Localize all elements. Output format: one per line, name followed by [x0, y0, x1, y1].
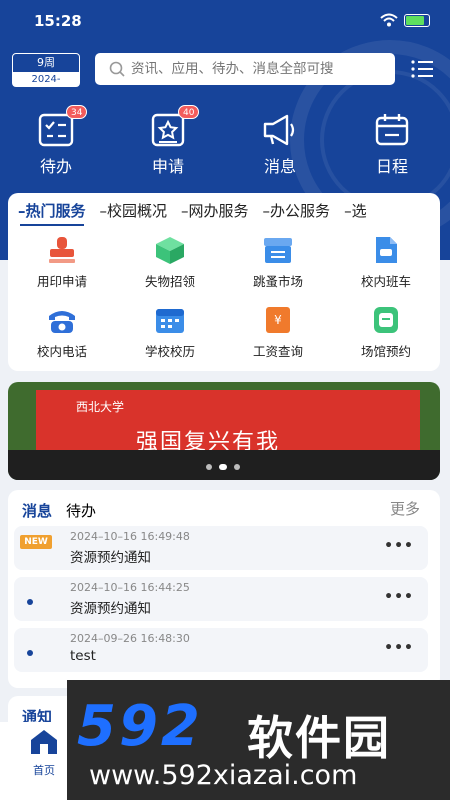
quick-actions: 34 待办 40 申请 消息 日程: [0, 105, 450, 178]
carousel-dot[interactable]: [206, 464, 212, 470]
calendar-icon: [156, 309, 184, 333]
new-badge: NEW: [20, 535, 52, 549]
carousel-dot-active[interactable]: [219, 464, 227, 470]
tab-hot-services[interactable]: –热门服务: [14, 193, 90, 229]
status-icons: [380, 13, 430, 27]
stamp-icon: [49, 237, 75, 263]
carousel-dots: [206, 464, 240, 470]
services-card: –热门服务 –校园概况 –网办服务 –办公服务 –选 用印申请 失物招领 跳蚤市…: [8, 193, 440, 371]
battery-icon: [404, 13, 430, 27]
more-options-icon[interactable]: •••: [384, 640, 414, 656]
message-item[interactable]: NEW 2024–10–16 16:49:48 资源预约通知 •••: [14, 526, 428, 570]
status-bar: 15:28: [0, 0, 450, 42]
service-seal-application[interactable]: 用印申请: [8, 231, 116, 301]
service-venue-booking[interactable]: 场馆预约: [332, 301, 440, 371]
quick-schedule[interactable]: 日程: [336, 108, 448, 178]
service-campus-phone[interactable]: 校内电话: [8, 301, 116, 371]
nav-home-label: 首页: [33, 764, 55, 777]
tab-online-services[interactable]: –网办服务: [177, 193, 253, 229]
banner-sign: 西北大学 强国复兴有我: [36, 390, 420, 455]
menu-icon[interactable]: [410, 58, 434, 80]
message-time: 2024–10–16 16:44:25: [70, 581, 190, 594]
quick-message[interactable]: 消息: [224, 108, 336, 178]
quick-apply[interactable]: 40 申请: [112, 105, 224, 178]
message-title: 资源预约通知: [70, 601, 151, 617]
week-year: 2024-: [31, 74, 61, 85]
service-salary-query[interactable]: ¥ 工资查询: [224, 301, 332, 371]
status-time: 15:28: [34, 12, 82, 30]
message-time: 2024–09–26 16:48:30: [70, 632, 190, 645]
more-options-icon[interactable]: •••: [384, 589, 414, 605]
message-item[interactable]: 2024–10–16 16:44:25 资源预约通知 •••: [14, 577, 428, 621]
message-time: 2024–10–16 16:49:48: [70, 530, 190, 543]
unread-dot: [27, 599, 33, 605]
messages-card: 消息 待办 更多 NEW 2024–10–16 16:49:48 资源预约通知 …: [8, 490, 440, 688]
market-icon: [264, 238, 292, 263]
message-title: test: [70, 648, 96, 664]
quick-todo[interactable]: 34 待办: [0, 105, 112, 178]
calendar-icon: [375, 114, 409, 146]
week-indicator[interactable]: 9周 2024-: [12, 53, 80, 87]
tab-office-services[interactable]: –办公服务: [259, 193, 335, 229]
quick-apply-label: 申请: [151, 157, 184, 176]
message-item[interactable]: 2024–09–26 16:48:30 test •••: [14, 628, 428, 672]
tab-messages[interactable]: 消息: [22, 500, 52, 521]
box-icon: [156, 237, 184, 264]
week-number: 9周: [13, 54, 79, 72]
wifi-icon: [380, 13, 398, 27]
service-school-calendar[interactable]: 学校校历: [116, 301, 224, 371]
search-input[interactable]: [131, 61, 391, 77]
quick-schedule-label: 日程: [375, 157, 408, 176]
watermark-url: www.592xiazai.com: [89, 760, 358, 791]
phone-icon: [49, 311, 75, 333]
search-icon: [109, 61, 125, 77]
watermark-logo: 592: [77, 694, 203, 759]
banner-carousel[interactable]: 西北大学 强国复兴有我: [8, 382, 440, 480]
todo-badge: 34: [66, 105, 88, 119]
quick-todo-label: 待办: [39, 157, 72, 176]
banner-school-name: 西北大学: [76, 400, 125, 414]
services-grid: 用印申请 失物招领 跳蚤市场 校内班车 校内电话 学校校历 ¥ 工资查询 场馆预…: [8, 231, 440, 371]
megaphone-icon: [263, 114, 295, 146]
carousel-dot[interactable]: [234, 464, 240, 470]
bus-icon: [376, 237, 397, 263]
service-lost-found[interactable]: 失物招领: [116, 231, 224, 301]
tab-todo[interactable]: 待办: [66, 500, 96, 521]
home-icon: [31, 730, 57, 754]
tab-more[interactable]: –选: [340, 193, 371, 229]
more-options-icon[interactable]: •••: [384, 538, 414, 554]
watermark-name: 软件园: [247, 711, 391, 765]
salary-icon: ¥: [266, 307, 290, 333]
service-campus-bus[interactable]: 校内班车: [332, 231, 440, 301]
tab-campus-overview[interactable]: –校园概况: [96, 193, 172, 229]
venue-icon: [374, 307, 398, 333]
service-tabs: –热门服务 –校园概况 –网办服务 –办公服务 –选: [8, 193, 440, 229]
search-bar[interactable]: [95, 53, 395, 85]
more-link[interactable]: 更多: [390, 498, 420, 519]
svg-text:¥: ¥: [274, 313, 282, 327]
nav-home[interactable]: 首页: [18, 728, 70, 778]
apply-badge: 40: [178, 105, 200, 119]
watermark-overlay: 592 软件园 www.592xiazai.com: [67, 680, 450, 800]
quick-message-label: 消息: [263, 157, 296, 176]
unread-dot: [27, 650, 33, 656]
message-tabs: 消息 待办: [22, 500, 96, 521]
message-title: 资源预约通知: [70, 550, 151, 566]
service-flea-market[interactable]: 跳蚤市场: [224, 231, 332, 301]
